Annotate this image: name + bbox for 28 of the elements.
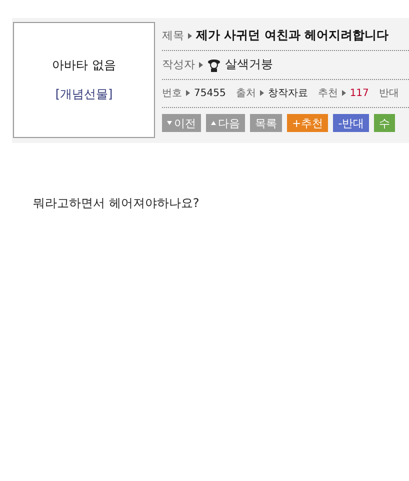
nav-button[interactable]: 다음 bbox=[206, 114, 245, 132]
title-label: 제목 bbox=[162, 28, 184, 44]
nav-button[interactable]: +추천 bbox=[287, 114, 328, 132]
triangle-icon bbox=[260, 90, 264, 96]
down-triangle-icon bbox=[167, 121, 172, 126]
triangle-icon bbox=[188, 32, 192, 39]
nav-button[interactable]: 수 bbox=[374, 114, 396, 132]
post-body: 뭐라고하면서 헤어져야하나요? bbox=[33, 195, 200, 212]
up-triangle-icon bbox=[211, 121, 216, 126]
nav-button[interactable]: 목록 bbox=[250, 114, 282, 132]
triangle-icon bbox=[186, 90, 190, 96]
info-label: 번호 bbox=[162, 87, 182, 100]
info-value: 창작자료 bbox=[268, 87, 308, 100]
user-icon bbox=[207, 58, 221, 72]
writer-label: 작성자 bbox=[162, 57, 195, 72]
info-value: 75455 bbox=[194, 88, 226, 99]
avatar-text: 아바타 없음 bbox=[52, 57, 116, 74]
post-title: 제가 사귀던 여친과 헤어지려합니다 bbox=[196, 27, 389, 44]
triangle-icon bbox=[199, 62, 203, 68]
info-label: 추천 bbox=[318, 87, 338, 100]
gift-link[interactable]: [개념선물] bbox=[55, 86, 113, 103]
nav-button[interactable]: 이전 bbox=[162, 114, 201, 132]
triangle-icon bbox=[342, 90, 346, 96]
info-label: 출처 bbox=[236, 87, 256, 100]
info-value: 117 bbox=[350, 88, 369, 99]
writer-name[interactable]: 살색거붕 bbox=[225, 56, 273, 74]
nav-button[interactable]: -반대 bbox=[333, 114, 370, 132]
info-label: 반대 bbox=[378, 87, 399, 100]
